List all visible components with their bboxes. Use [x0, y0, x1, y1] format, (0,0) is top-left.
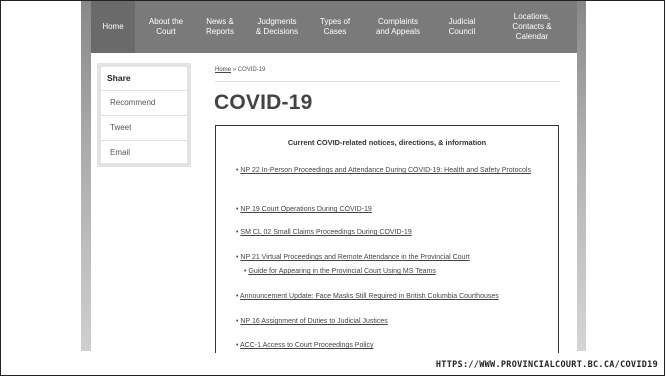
nav-judgments-decisions[interactable]: Judgments & Decisions	[243, 1, 311, 53]
notice-link-np22[interactable]: NP 22 In-Person Proceedings and Attendan…	[240, 167, 531, 174]
share-email-link[interactable]: Email	[110, 148, 130, 157]
list-item: • Guide for Appearing in the Provincial …	[244, 266, 544, 278]
bullet: •	[236, 318, 239, 325]
list-item: • NP 21 Virtual Proceedings and Remote A…	[236, 251, 536, 264]
nav-locations-contacts-calendar[interactable]: Locations, Contacts & Calendar	[487, 1, 577, 53]
page-background-left	[81, 1, 91, 351]
breadcrumb-separator: »	[232, 67, 237, 73]
bullet: •	[236, 167, 239, 174]
list-item: • NP 19 Court Operations During COVID-19	[236, 203, 536, 216]
bullet: •	[236, 342, 239, 349]
main-navigation: Home About the Court News & Reports Judg…	[91, 1, 577, 53]
notice-link-face-masks[interactable]: Announcement Update: Face Masks Still Re…	[240, 293, 499, 300]
divider	[101, 115, 187, 116]
share-tweet-link[interactable]: Tweet	[110, 123, 131, 132]
screenshot-frame: Home About the Court News & Reports Judg…	[0, 0, 665, 376]
breadcrumb-home-link[interactable]: Home	[215, 67, 231, 73]
list-item: • Announcement Update: Face Masks Still …	[236, 290, 536, 303]
divider	[101, 140, 187, 141]
nav-judicial-council[interactable]: Judicial Council	[437, 1, 487, 53]
notice-link-acc1[interactable]: ACC-1 Access to Court Proceedings Policy	[240, 342, 373, 349]
covid-notices-box: Current COVID-related notices, direction…	[215, 125, 559, 353]
bullet: •	[244, 268, 247, 275]
nav-home[interactable]: Home	[91, 1, 135, 53]
nav-about-the-court[interactable]: About the Court	[135, 1, 197, 53]
divider	[215, 81, 560, 82]
bullet: •	[236, 293, 239, 300]
notice-link-ms-teams-guide[interactable]: Guide for Appearing in the Provincial Co…	[248, 268, 435, 275]
notice-link-np16[interactable]: NP 16 Assignment of Duties to Judicial J…	[240, 318, 387, 325]
page-background-right	[576, 1, 586, 351]
list-item: • ACC-1 Access to Court Proceedings Poli…	[236, 339, 536, 352]
share-title: Share	[107, 73, 131, 83]
website: Home About the Court News & Reports Judg…	[91, 1, 577, 353]
notice-link-smcl02[interactable]: SM CL 02 Small Claims Proceedings During…	[240, 229, 411, 236]
bullet: •	[236, 254, 239, 261]
notice-link-np21[interactable]: NP 21 Virtual Proceedings and Remote Att…	[240, 254, 469, 261]
list-item: • SM CL 02 Small Claims Proceedings Duri…	[236, 226, 536, 239]
page-title: COVID-19	[214, 91, 313, 114]
breadcrumb-current: COVID-19	[237, 67, 266, 73]
notices-heading: Current COVID-related notices, direction…	[287, 138, 487, 147]
list-item: • NP 22 In-Person Proceedings and Attend…	[236, 164, 536, 177]
divider	[101, 90, 187, 91]
breadcrumb: Home » COVID-19	[215, 67, 265, 73]
bullet: •	[236, 229, 239, 236]
nav-news-reports[interactable]: News & Reports	[197, 1, 243, 53]
share-recommend-link[interactable]: Recommend	[110, 98, 155, 107]
source-url-caption: HTTPS://WWW.PROVINCIALCOURT.BC.CA/COVID1…	[435, 360, 658, 370]
nav-complaints-appeals[interactable]: Complaints and Appeals	[359, 1, 437, 53]
notice-link-np19[interactable]: NP 19 Court Operations During COVID-19	[240, 206, 371, 213]
bullet: •	[236, 206, 239, 213]
list-item: • NP 16 Assignment of Duties to Judicial…	[236, 315, 536, 328]
nav-types-of-cases[interactable]: Types of Cases	[311, 1, 359, 53]
